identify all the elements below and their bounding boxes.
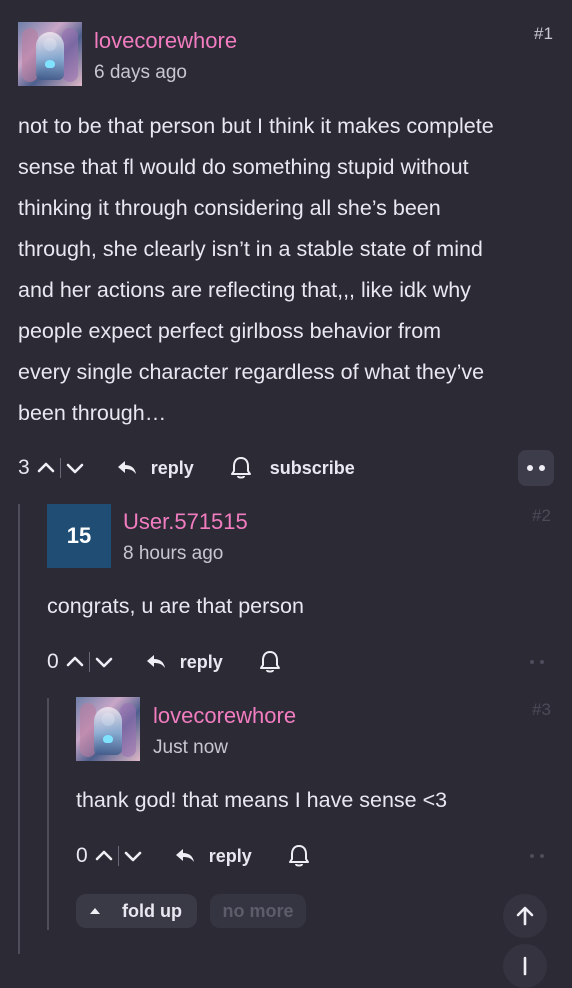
username[interactable]: lovecorewhore [94, 28, 237, 54]
reply-label: reply [179, 651, 223, 672]
reply-label: reply [150, 457, 194, 478]
username[interactable]: lovecorewhore [153, 703, 296, 729]
more-options-button[interactable] [518, 450, 554, 486]
downvote-icon[interactable] [94, 652, 114, 672]
user-avatar[interactable] [76, 697, 140, 761]
thread-line [18, 504, 20, 954]
reply-icon [146, 655, 165, 668]
comment-actions: 3 reply subscribe [18, 453, 355, 483]
thread-line [47, 698, 49, 930]
vote-count: 0 [47, 650, 59, 673]
reply-button[interactable]: reply [117, 458, 194, 479]
comment-line: not to be that person but I think it mak… [18, 114, 494, 138]
comment-body: thank god! that means I have sense <3 [76, 788, 448, 812]
comment-body: not to be that person but I think it mak… [18, 106, 563, 434]
subscribe-button[interactable] [288, 844, 328, 868]
fold-up-label: fold up [122, 900, 182, 921]
upvote-icon[interactable] [65, 652, 85, 672]
vote-divider [59, 458, 61, 478]
more-options-button[interactable] [530, 854, 544, 858]
bell-icon [259, 651, 280, 673]
user-avatar[interactable] [18, 22, 82, 86]
upvote-icon[interactable] [36, 458, 56, 478]
username[interactable]: User.571515 [123, 509, 248, 535]
vote-count: 0 [76, 844, 88, 867]
reply-button[interactable]: reply [175, 846, 252, 867]
scroll-down-button[interactable] [503, 944, 547, 988]
timestamp: Just now [153, 737, 228, 758]
no-more-label: no more [222, 900, 294, 921]
no-more-button: no more [210, 894, 306, 928]
caret-up-icon [90, 908, 100, 914]
arrow-icon [523, 956, 527, 976]
more-options-button[interactable] [530, 660, 544, 664]
arrow-up-icon [516, 906, 534, 926]
comment-actions: 0 reply [47, 647, 299, 677]
downvote-icon[interactable] [65, 458, 85, 478]
reply-button[interactable]: reply [146, 652, 223, 673]
comment-line: been through… [18, 401, 167, 425]
comment-line: thinking it through considering all she’… [18, 196, 441, 220]
subscribe-button[interactable]: subscribe [230, 456, 355, 480]
reply-icon [175, 849, 194, 862]
upvote-icon[interactable] [94, 846, 114, 866]
comment-actions: 0 reply [76, 841, 328, 871]
comment-number: #2 [532, 506, 551, 525]
scroll-to-top-button[interactable] [503, 894, 547, 938]
timestamp: 8 hours ago [123, 543, 224, 564]
subscribe-label: subscribe [269, 457, 355, 478]
subscribe-button[interactable] [259, 650, 299, 674]
fold-up-button[interactable]: fold up [76, 894, 197, 928]
vote-divider [117, 846, 119, 866]
reply-icon [117, 461, 136, 474]
vote-count: 3 [18, 456, 30, 479]
comment-line: every single character regardless of wha… [18, 360, 485, 384]
bell-icon [230, 457, 251, 479]
comment-line: and her actions are reflecting that,,, l… [18, 278, 471, 302]
reply-label: reply [208, 845, 252, 866]
vote-divider [88, 652, 90, 672]
comment-line: people expect perfect girlboss behavior … [18, 319, 442, 343]
bell-icon [288, 845, 309, 867]
comment-number: #3 [532, 700, 551, 719]
user-avatar[interactable]: 15 [47, 504, 111, 568]
timestamp: 6 days ago [94, 62, 187, 83]
comment-line: sense that fl would do something stupid … [18, 155, 469, 179]
comment-number: #1 [534, 24, 553, 43]
downvote-icon[interactable] [123, 846, 143, 866]
comment-line: through, she clearly isn’t in a stable s… [18, 237, 483, 261]
comment-body: congrats, u are that person [47, 594, 304, 618]
